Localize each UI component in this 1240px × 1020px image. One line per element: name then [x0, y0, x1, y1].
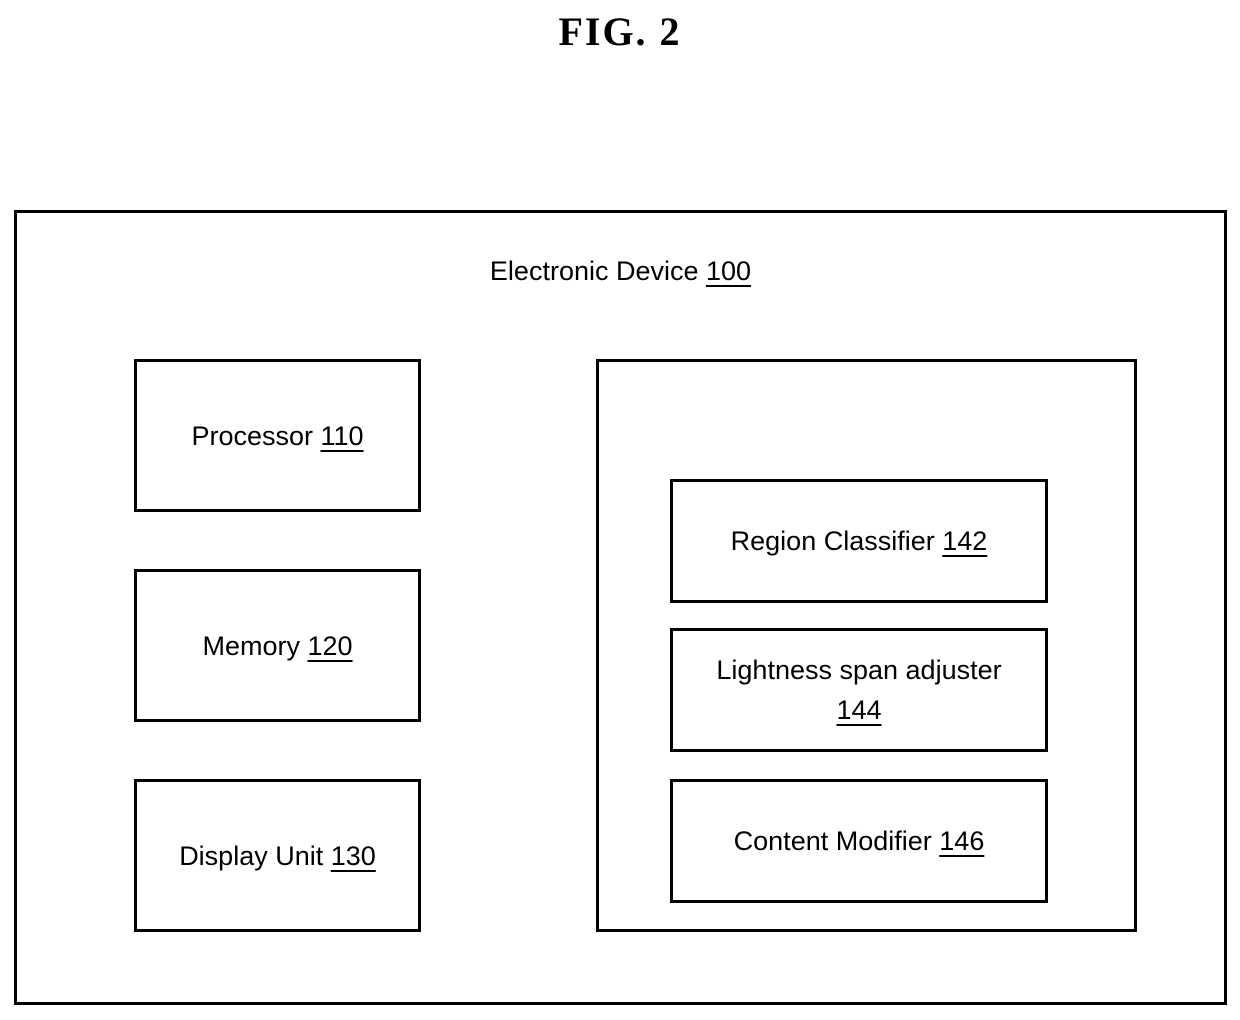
- lightness-span-adjuster-name: Lightness span adjuster: [716, 655, 1002, 685]
- content-modifier-box: Content Modifier 146: [670, 779, 1048, 903]
- processor-name: Processor: [191, 420, 313, 451]
- region-classifier-ref: 142: [942, 526, 988, 556]
- processor-ref: 110: [320, 420, 364, 451]
- electronic-device-label: Electronic Device 100: [17, 251, 1224, 291]
- lightness-span-adjuster-box: Lightness span adjuster 144: [670, 628, 1048, 752]
- memory-ref: 120: [307, 630, 353, 661]
- memory-box: Memory 120: [134, 569, 421, 722]
- content-modifier-name: Content Modifier: [733, 826, 932, 856]
- display-unit-name: Display Unit: [179, 840, 324, 871]
- electronic-device-ref: 100: [706, 256, 752, 286]
- memory-name: Memory: [202, 630, 300, 661]
- processor-box: Processor 110: [134, 359, 421, 512]
- content-modifier-ref: 146: [939, 826, 985, 856]
- region-classifier-box: Region Classifier 142: [670, 479, 1048, 603]
- display-unit-ref: 130: [330, 840, 376, 871]
- region-classifier-name: Region Classifier: [730, 526, 935, 556]
- display-unit-box: Display Unit 130: [134, 779, 421, 932]
- figure-title: FIG. 2: [558, 9, 682, 54]
- lightness-span-adjuster-ref: 144: [836, 695, 882, 725]
- electronic-device-name: Electronic Device: [489, 256, 699, 286]
